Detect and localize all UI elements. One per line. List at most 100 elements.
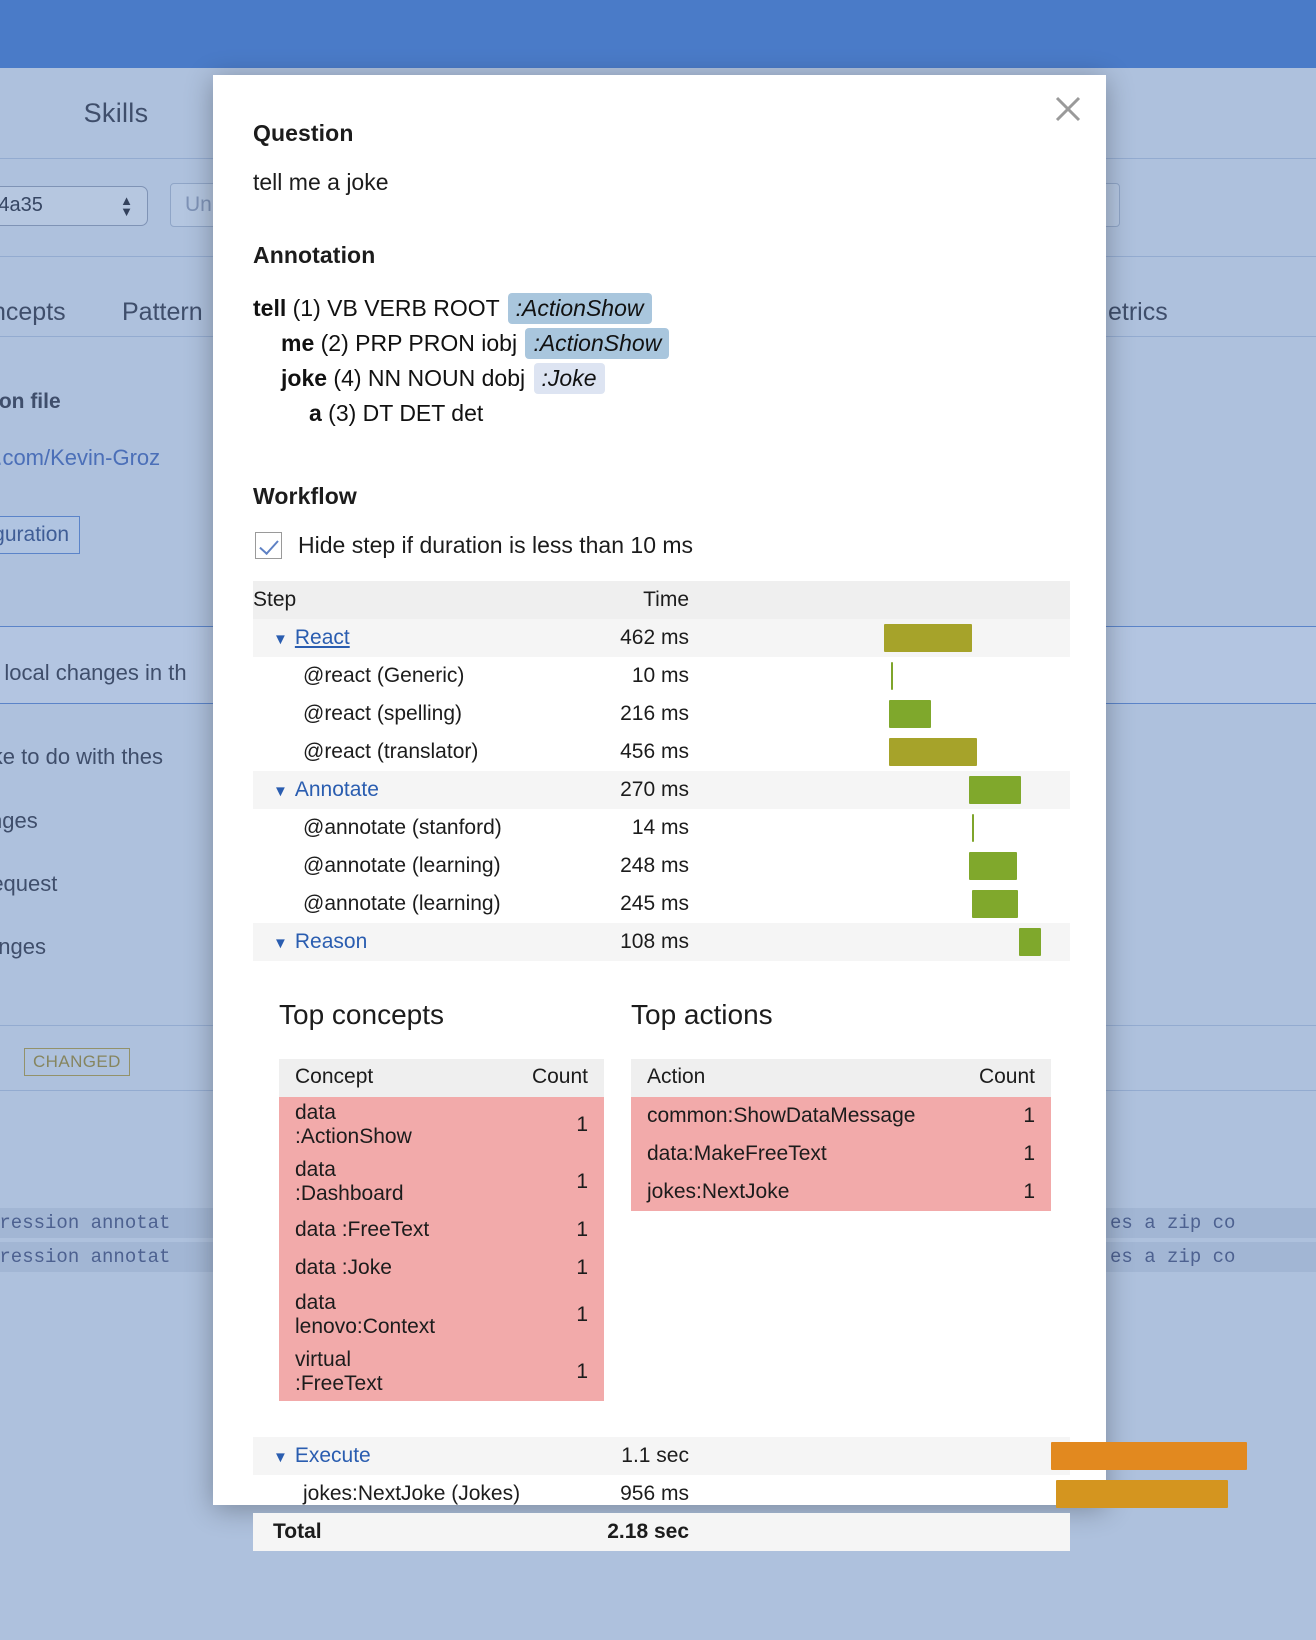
hide-short-steps-label: Hide step if duration is less than 10 ms [298, 532, 694, 558]
workflow-row: Total 2.18 sec [253, 1513, 1070, 1551]
option-2[interactable]: request [0, 871, 57, 897]
table-row[interactable]: data lenovo:Context 1 [279, 1287, 604, 1344]
workflow-step-name[interactable]: Reason [295, 930, 367, 953]
workflow-row[interactable]: ▼ Annotate 270 ms [253, 771, 1070, 809]
top-actions-table: Action Count common:ShowDataMessage 1 data… [631, 1059, 1051, 1211]
workflow-duration-bar [1019, 928, 1041, 956]
changed-badge: CHANGED [24, 1048, 130, 1076]
column-concept-count: Count [531, 1065, 588, 1088]
tab-metrics[interactable]: etrics [1108, 298, 1168, 327]
tab-concepts[interactable]: ncepts [0, 298, 66, 327]
close-icon[interactable] [1048, 89, 1088, 129]
workflow-row[interactable]: ▼ Reason 108 ms [253, 923, 1070, 961]
workflow-group-label: ▼ Reason [253, 923, 559, 961]
skill-select[interactable]: c6de4a35 ▲▼ [0, 186, 148, 226]
workflow-step-name[interactable]: @annotate (learning) [253, 885, 559, 923]
hide-short-steps-checkbox[interactable] [255, 532, 282, 559]
table-row[interactable]: virtual :FreeText 1 [279, 1344, 604, 1401]
workflow-row[interactable]: @annotate (stanford) 14 ms [253, 809, 1070, 847]
workflow-step-time: 456 ms [620, 740, 689, 763]
workflow-step-time: 14 ms [631, 816, 689, 839]
workflow-step-name[interactable]: @react (spelling) [253, 695, 559, 733]
workflow-duration-bar [891, 662, 893, 690]
table-row[interactable]: jokes:NextJoke 1 [631, 1173, 1051, 1211]
concept-name: data :ActionShow [295, 1101, 412, 1148]
count-value: 1 [576, 1303, 588, 1326]
chevron-down-icon[interactable]: ▼ [273, 631, 288, 648]
chevron-down-icon[interactable]: ▼ [273, 783, 288, 800]
column-bar [691, 581, 1070, 619]
chevron-down-icon[interactable]: ▼ [273, 1449, 288, 1466]
count-value: 1 [1023, 1179, 1035, 1203]
tab-patterns[interactable]: Pattern [122, 298, 203, 327]
action-name: jokes:NextJoke [647, 1179, 790, 1203]
question-heading: Question [253, 120, 354, 146]
code-line-1: pression annotat [0, 1212, 171, 1234]
workflow-bar-cell [691, 809, 1070, 847]
annotation-concept-tag: :ActionShow [525, 328, 670, 359]
table-row[interactable]: common:ShowDataMessage 1 [631, 1097, 1051, 1135]
option-1[interactable]: nges [0, 808, 38, 834]
top-concepts-panel: Top concepts Concept Count data :ActionS… [279, 999, 631, 1401]
configuration-button[interactable]: nfiguration [0, 516, 81, 554]
workflow-row[interactable]: @react (Generic) 10 ms [253, 657, 1070, 695]
concept-name: data :FreeText [295, 1217, 430, 1241]
workflow-row[interactable]: jokes:NextJoke (Jokes) 956 ms [253, 1475, 1228, 1513]
annotation-features: (2) PRP PRON iobj [314, 330, 524, 356]
workflow-duration-bar [1051, 1442, 1247, 1470]
annotation-features: (3) DT DET det [321, 400, 490, 426]
annotation-word: me [281, 330, 315, 356]
workflow-step-name[interactable]: jokes:NextJoke (Jokes) [253, 1475, 559, 1513]
workflow-bar-cell [691, 923, 1070, 961]
column-time: Time [643, 588, 689, 611]
workflow-row[interactable]: @react (spelling) 216 ms [253, 695, 1070, 733]
workflow-step-name[interactable]: @annotate (stanford) [253, 809, 559, 847]
workflow-group-label: ▼ Annotate [253, 771, 559, 809]
workflow-step-name[interactable]: @annotate (learning) [253, 847, 559, 885]
chevron-down-icon[interactable]: ▼ [273, 935, 288, 952]
table-row[interactable]: data :ActionShow 1 [279, 1097, 604, 1154]
annotation-line: a (3) DT DET det [253, 396, 1066, 431]
workflow-step-time: 2.18 sec [607, 1520, 689, 1543]
workflow-step-name[interactable]: Annotate [295, 778, 379, 801]
workflow-bar-cell [691, 619, 1070, 657]
workflow-group-label: ▼ React [253, 619, 559, 657]
table-row[interactable]: data :Joke 1 [279, 1249, 604, 1287]
annotation-word: a [309, 400, 322, 426]
annotation-features: (4) NN NOUN dobj [327, 365, 532, 391]
workflow-duration-bar [969, 776, 1021, 804]
workflow-bar-cell [691, 695, 1070, 733]
workflow-duration-bar [972, 890, 1018, 918]
summary-tables: Top concepts Concept Count data :ActionS… [279, 999, 1066, 1401]
workflow-bar-cell [691, 733, 1070, 771]
table-row[interactable]: data :FreeText 1 [279, 1211, 604, 1249]
workflow-bar-cell [691, 771, 1070, 809]
workflow-step-name[interactable]: Execute [295, 1444, 371, 1467]
trace-detail-dialog: Question tell me a joke Annotation tell … [213, 75, 1247, 1551]
option-3[interactable]: anges [0, 934, 46, 960]
workflow-row[interactable]: @react (translator) 456 ms [253, 733, 1070, 771]
workflow-bar-cell [691, 1513, 1070, 1551]
table-row[interactable]: data:MakeFreeText 1 [631, 1135, 1051, 1173]
workflow-row[interactable]: ▼ React 462 ms [253, 619, 1070, 657]
workflow-group-label: ▼ Execute [253, 1437, 559, 1475]
workflow-bar-cell [691, 1437, 1247, 1475]
workflow-step-name[interactable]: @react (Generic) [253, 657, 559, 695]
hide-short-steps-row[interactable]: Hide step if duration is less than 10 ms [255, 532, 1066, 559]
concept-name: virtual :FreeText [295, 1348, 383, 1395]
workflow-table: Step Time ▼ React 462 ms @react (Generic) 10… [253, 581, 1070, 961]
workflow-step-time: 216 ms [620, 702, 689, 725]
top-concepts-title: Top concepts [279, 999, 444, 1030]
annotation-features: (1) VB VERB ROOT [286, 295, 506, 321]
table-row[interactable]: data :Dashboard 1 [279, 1154, 604, 1211]
workflow-duration-bar [889, 700, 931, 728]
workflow-table-header: Step Time [253, 581, 1070, 619]
workflow-step-name[interactable]: @react (translator) [253, 733, 559, 771]
action-name: common:ShowDataMessage [647, 1103, 916, 1127]
workflow-row[interactable]: ▼ Execute 1.1 sec [253, 1437, 1247, 1475]
workflow-row[interactable]: @annotate (learning) 248 ms [253, 847, 1070, 885]
repo-link[interactable]: m.com/Kevin-Groz [0, 445, 160, 471]
workflow-step-name[interactable]: React [295, 626, 350, 649]
workflow-row[interactable]: @annotate (learning) 245 ms [253, 885, 1070, 923]
annotation-line: me (2) PRP PRON iobj :ActionShow [253, 326, 1066, 361]
